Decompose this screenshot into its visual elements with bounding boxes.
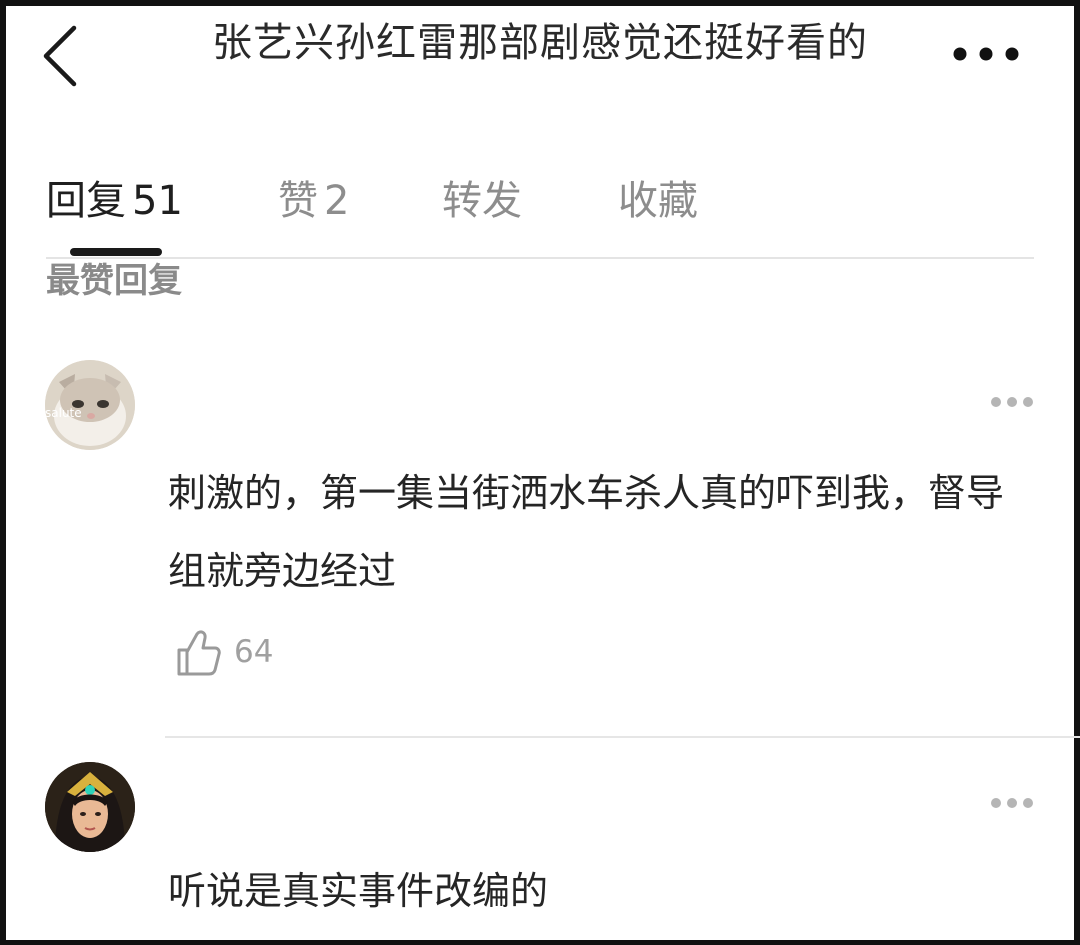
comment-text: 听说是真实事件改编的 xyxy=(168,869,549,913)
comment-more-icon[interactable] xyxy=(990,797,1034,809)
back-arrow-icon[interactable] xyxy=(38,24,84,88)
comment-more-icon[interactable] xyxy=(990,396,1034,408)
game-hero-avatar-icon xyxy=(45,762,135,852)
avatar-caption: salute xyxy=(45,406,82,420)
like-count: 64 xyxy=(234,634,274,670)
user-avatar[interactable] xyxy=(45,762,135,852)
tab-likes[interactable]: 赞2 xyxy=(278,168,349,226)
more-options-icon[interactable] xyxy=(952,46,1020,62)
cat-avatar-icon xyxy=(45,360,135,450)
tab-repost-label: 转发 xyxy=(442,178,522,224)
thumbs-up-icon[interactable] xyxy=(175,628,221,678)
tab-replies-count: 51 xyxy=(132,178,183,224)
tab-favorite[interactable]: 收藏 xyxy=(618,168,698,226)
tab-repost[interactable]: 转发 xyxy=(442,168,522,226)
tab-favorite-label: 收藏 xyxy=(618,178,698,224)
comment-divider xyxy=(165,736,1080,738)
page-title: 张艺兴孙红雷那部剧感觉还挺好看的 xyxy=(212,20,868,66)
section-title: 最赞回复 xyxy=(46,261,182,301)
comment-text: 刺激的，第一集当街洒水车杀人真的吓到我，督导组就旁边经过 xyxy=(168,471,1005,593)
tab-replies-label: 回复 xyxy=(46,178,126,224)
tab-likes-count: 2 xyxy=(324,178,350,224)
tab-replies[interactable]: 回复 51 xyxy=(46,168,183,226)
user-avatar[interactable]: salute xyxy=(45,360,135,450)
tabs-divider xyxy=(46,257,1034,259)
tab-likes-label: 赞 xyxy=(278,178,318,224)
